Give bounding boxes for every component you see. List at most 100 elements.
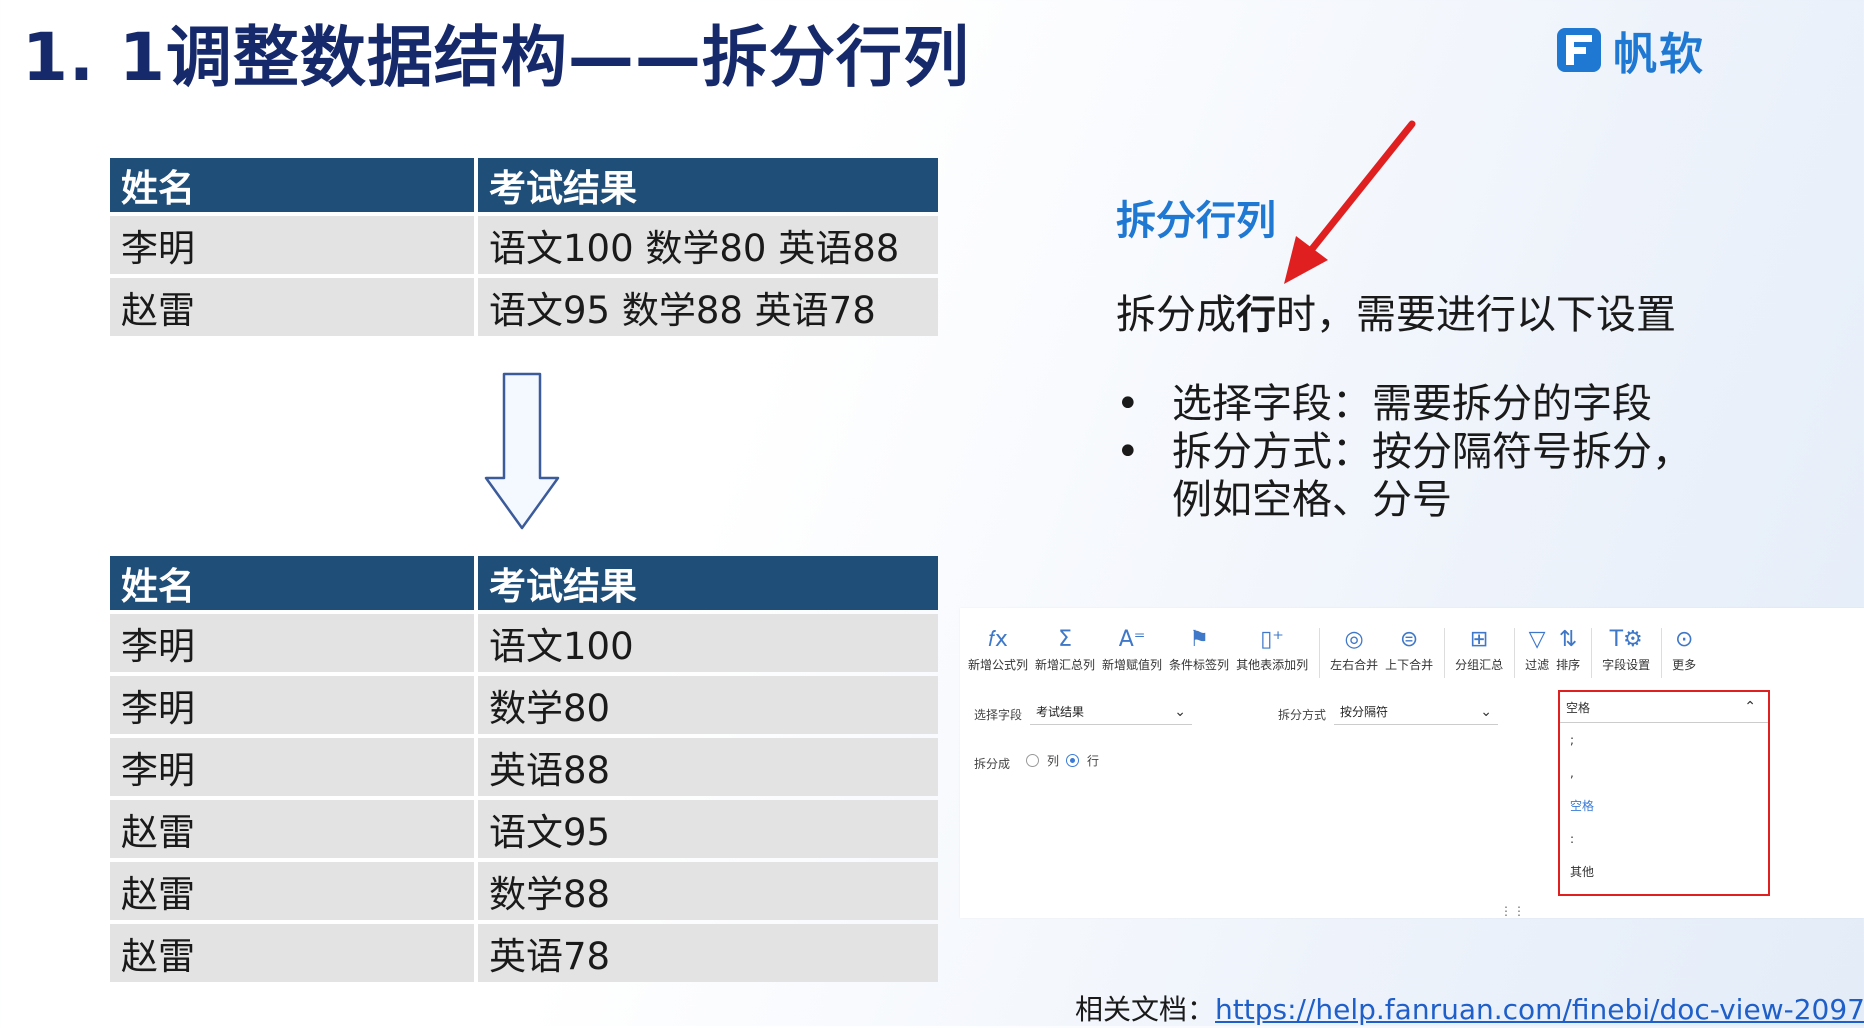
table-row: 赵雷 语文95 数学88 英语78 <box>110 278 938 336</box>
tool-new-summary-column[interactable]: Σ 新增汇总列 <box>1035 622 1095 673</box>
tool-merge-left-right[interactable]: ◎ 左右合并 <box>1330 622 1378 673</box>
after-table: 姓名 考试结果 李明 语文100 李明 数学80 李明 英语88 赵雷 语文95… <box>106 552 942 986</box>
editor-toolbar: 𝑓x 新增公式列 Σ 新增汇总列 A⁼ 新增赋值列 ⚑ 条件标签列 ▯⁺ 其他表添加列 ◎… <box>968 622 1703 678</box>
sigma-icon: Σ <box>1058 626 1072 652</box>
table-row: 李明 语文100 数学80 英语88 <box>110 216 938 274</box>
cell-name: 赵雷 <box>110 800 474 858</box>
bullet-item: 选择字段：需要拆分的字段 <box>1116 380 1692 428</box>
bullet-item: 拆分方式：按分隔符号拆分， <box>1116 428 1692 476</box>
radio-row-label: 行 <box>1087 754 1100 768</box>
radio-row[interactable]: 行 <box>1066 752 1099 769</box>
delimiter-option-selected[interactable]: 空格 <box>1560 789 1768 822</box>
fanruan-logo: 帆软 <box>1555 22 1705 80</box>
tool-field-settings[interactable]: T⚙ 字段设置 <box>1602 622 1650 673</box>
delimiter-option[interactable]: ; <box>1560 723 1768 756</box>
tool-more[interactable]: ⊙ 更多 <box>1672 622 1696 673</box>
down-arrow-icon <box>484 372 560 530</box>
fanruan-logo-icon <box>1557 28 1601 72</box>
table-row: 赵雷 数学88 <box>110 862 938 920</box>
doc-label: 相关文档： <box>1075 993 1216 1026</box>
delimiter-option[interactable]: 其他 <box>1560 855 1768 888</box>
cell-result: 语文95 数学88 英语78 <box>478 278 938 336</box>
tool-label: 更多 <box>1672 658 1697 672</box>
radio-column[interactable]: 列 <box>1026 752 1059 769</box>
cell-name: 李明 <box>110 676 474 734</box>
radio-column-label: 列 <box>1047 754 1060 768</box>
tool-label: 新增赋值列 <box>1102 658 1163 672</box>
tool-new-formula-column[interactable]: 𝑓x 新增公式列 <box>968 622 1028 673</box>
cell-name: 李明 <box>110 216 474 274</box>
desc-suffix: 时，需要进行以下设置 <box>1276 292 1676 338</box>
merge-up-down-icon: ⊜ <box>1399 626 1419 652</box>
tool-filter[interactable]: ▽ 过滤 <box>1525 622 1549 673</box>
logo-text: 帆软 <box>1613 29 1705 80</box>
chevron-up-icon: ⌃ <box>1744 699 1756 715</box>
cell-name: 李明 <box>110 614 474 672</box>
table-row: 赵雷 语文95 <box>110 800 938 858</box>
toolbar-divider <box>1444 628 1446 678</box>
select-field-label: 选择字段 <box>974 708 1023 722</box>
assign-value-icon: A⁼ <box>1118 626 1146 652</box>
tool-label: 过滤 <box>1525 658 1550 672</box>
cell-result: 语文100 <box>478 614 938 672</box>
toolbar-divider <box>1319 628 1321 678</box>
desc-prefix: 拆分成 <box>1116 292 1236 338</box>
sort-icon: ⇅ <box>1558 626 1578 652</box>
field-settings-icon: T⚙ <box>1609 626 1643 652</box>
tool-add-column-from-table[interactable]: ▯⁺ 其他表添加列 <box>1236 622 1308 673</box>
merge-left-right-icon: ◎ <box>1344 626 1364 652</box>
before-table: 姓名 考试结果 李明 语文100 数学80 英语88 赵雷 语文95 数学88 … <box>106 154 942 340</box>
tool-label: 其他表添加列 <box>1236 658 1309 672</box>
slide-title: 1. 1调整数据结构——拆分行列 <box>22 19 970 96</box>
doc-link[interactable]: https://help.fanruan.com/finebi/doc-view… <box>1215 993 1864 1026</box>
split-method-label: 拆分方式 <box>1278 708 1327 722</box>
bullet-continuation: 例如空格、分号 <box>1172 477 1452 523</box>
cell-result: 数学80 <box>478 676 938 734</box>
radio-row-circle[interactable] <box>1066 754 1079 767</box>
tool-new-assign-column[interactable]: A⁼ 新增赋值列 <box>1102 622 1162 673</box>
side-heading: 拆分行列 <box>1116 198 1276 244</box>
header-name: 姓名 <box>110 158 474 212</box>
split-method-dropdown[interactable]: 按分隔符 ⌄ <box>1334 699 1498 725</box>
fx-icon: 𝑓x <box>988 626 1008 652</box>
chevron-down-icon: ⌄ <box>1174 703 1186 720</box>
cell-result: 语文100 数学80 英语88 <box>478 216 938 274</box>
table-header-row: 姓名 考试结果 <box>110 556 938 610</box>
select-field-dropdown[interactable]: 考试结果 ⌄ <box>1030 699 1192 725</box>
tool-label: 左右合并 <box>1330 658 1379 672</box>
cell-name: 赵雷 <box>110 862 474 920</box>
table-row: 李明 英语88 <box>110 738 938 796</box>
cell-result: 语文95 <box>478 800 938 858</box>
delimiter-selected[interactable]: 空格 ⌃ <box>1560 692 1768 723</box>
delimiter-value: 空格 <box>1566 700 1591 715</box>
red-pointer-arrow-icon <box>1284 120 1416 284</box>
resize-handle-icon[interactable]: ⋮⋮ <box>1500 904 1526 918</box>
delimiter-option[interactable]: : <box>1560 822 1768 855</box>
tool-label: 新增汇总列 <box>1035 658 1096 672</box>
radio-column-circle[interactable] <box>1026 754 1039 767</box>
side-description: 拆分成行时，需要进行以下设置 <box>1116 282 1676 340</box>
more-icon: ⊙ <box>1674 626 1694 652</box>
header-name: 姓名 <box>110 556 474 610</box>
add-column-icon: ▯⁺ <box>1260 626 1284 652</box>
table-row: 李明 数学80 <box>110 676 938 734</box>
delimiter-option[interactable]: , <box>1560 756 1768 789</box>
related-doc: 相关文档：https://help.fanruan.com/finebi/doc… <box>1075 988 1864 1028</box>
toolbar-divider <box>1661 628 1663 678</box>
tool-group-summary[interactable]: ⊞ 分组汇总 <box>1455 622 1503 673</box>
table-row: 李明 语文100 <box>110 614 938 672</box>
tool-merge-up-down[interactable]: ⊜ 上下合并 <box>1385 622 1433 673</box>
chevron-down-icon: ⌄ <box>1480 703 1492 720</box>
desc-bold: 行 <box>1236 292 1276 338</box>
tool-condition-tag-column[interactable]: ⚑ 条件标签列 <box>1169 622 1229 673</box>
tool-sort[interactable]: ⇅ 排序 <box>1556 622 1580 673</box>
filter-icon: ▽ <box>1528 626 1546 652</box>
split-editor-panel: 𝑓x 新增公式列 Σ 新增汇总列 A⁼ 新增赋值列 ⚑ 条件标签列 ▯⁺ 其他表添加列 ◎… <box>960 608 1864 918</box>
delimiter-dropdown[interactable]: 空格 ⌃ ; , 空格 : 其他 <box>1558 690 1770 896</box>
group-summary-icon: ⊞ <box>1469 626 1489 652</box>
tool-label: 分组汇总 <box>1455 658 1504 672</box>
cell-result: 英语88 <box>478 738 938 796</box>
toolbar-divider <box>1591 628 1593 678</box>
tool-label: 排序 <box>1556 658 1581 672</box>
table-row: 赵雷 英语78 <box>110 924 938 982</box>
